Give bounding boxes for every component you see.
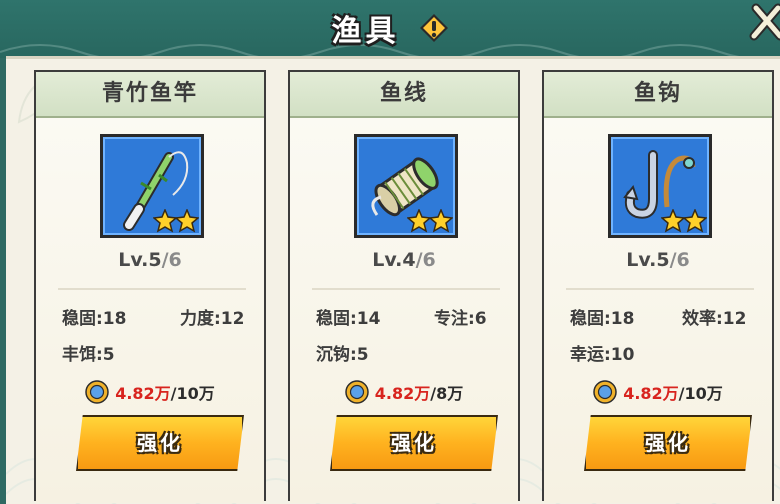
card-title: 鱼钩: [544, 72, 772, 118]
info-icon[interactable]: [419, 13, 449, 43]
level-label: Lv.5/6: [626, 249, 690, 271]
star-rating-icon: [407, 209, 453, 233]
coin-icon: [593, 380, 617, 404]
stat-stability: 稳固:18: [62, 309, 127, 329]
coin-icon: [345, 380, 369, 404]
upgrade-cost: 4.82万/10万: [36, 380, 264, 404]
page-title: 渔具: [331, 14, 400, 49]
fish-hook-icon[interactable]: [608, 134, 712, 238]
gear-card-rod: 青竹鱼竿 Lv.5/6 稳固:18 力度:12 丰饵:5 4.82万/10万 强…: [34, 70, 266, 503]
stat-focus: 专注:6: [434, 309, 487, 329]
level-label: Lv.5/6: [118, 249, 182, 271]
fishing-line-spool-icon[interactable]: [354, 134, 458, 238]
close-icon[interactable]: [748, 2, 780, 42]
upgrade-button[interactable]: 强化: [584, 415, 752, 471]
card-title: 青竹鱼竿: [36, 72, 264, 118]
divider: [312, 288, 500, 290]
stat-efficiency: 效率:12: [682, 309, 747, 329]
title-bar: 渔具: [0, 0, 780, 58]
stat-stability: 稳固:14: [316, 309, 381, 329]
stat-power: 力度:12: [180, 309, 245, 329]
stat-sink: 沉钩:5: [316, 345, 369, 365]
stat-bait: 丰饵:5: [62, 345, 115, 365]
stat-stability: 稳固:18: [570, 309, 635, 329]
upgrade-cost: 4.82万/10万: [544, 380, 772, 404]
coin-icon: [85, 380, 109, 404]
level-label: Lv.4/6: [372, 249, 436, 271]
upgrade-button[interactable]: 强化: [330, 415, 498, 471]
stat-luck: 幸运:10: [570, 345, 635, 365]
gear-card-hook: 鱼钩 Lv.5/6 稳固:18 效率:12 幸运:10 4.82万/10万 强化: [542, 70, 774, 503]
divider: [58, 288, 246, 290]
upgrade-button[interactable]: 强化: [76, 415, 244, 471]
divider: [566, 288, 754, 290]
star-rating-icon: [153, 209, 199, 233]
upgrade-cost: 4.82万/8万: [290, 380, 518, 404]
star-rating-icon: [661, 209, 707, 233]
fishing-rod-icon[interactable]: [100, 134, 204, 238]
card-title: 鱼线: [290, 72, 518, 118]
gear-card-line: 鱼线 Lv.4/6 稳固:14 专注:6 沉钩:5 4.82万/8万 强化: [288, 70, 520, 503]
